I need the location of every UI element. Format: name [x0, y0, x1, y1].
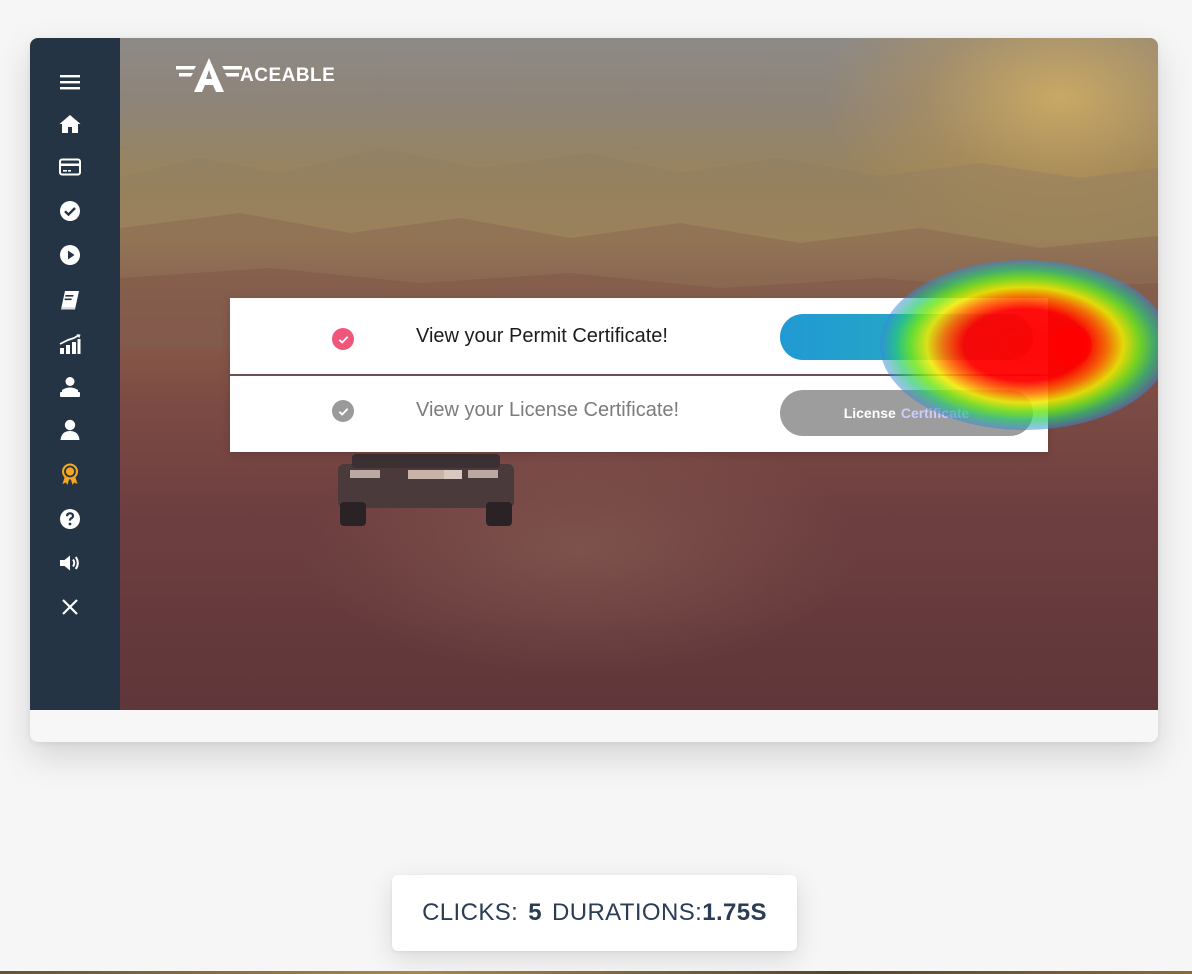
license-button-label-rest: Certificate — [900, 405, 970, 421]
clicks-value: 5 — [528, 899, 542, 926]
permit-certificate-label: View your Permit Certificate! — [416, 325, 668, 347]
aceable-logo-icon — [176, 58, 242, 92]
check-circle-icon — [332, 328, 354, 350]
clicks-label: CLICKS: — [422, 899, 519, 926]
volume-icon[interactable] — [56, 549, 84, 577]
progress-chart-icon[interactable] — [56, 330, 84, 358]
permit-certificate-button[interactable] — [780, 314, 1033, 360]
click-stats-box: CLICKS: 5 DURATIONS: 1.75S — [392, 875, 797, 951]
certificates-panel: View your Permit Certificate! View your … — [230, 298, 1048, 452]
payment-card-icon[interactable] — [56, 153, 84, 181]
license-certificate-label: View your License Certificate! — [416, 399, 680, 421]
vehicle-image — [338, 454, 514, 526]
duration-value: 1.75S — [702, 899, 767, 926]
play-circle-icon[interactable] — [56, 241, 84, 269]
user-icon[interactable] — [56, 416, 84, 444]
duration-label: DURATIONS: — [551, 899, 703, 926]
menu-icon[interactable] — [56, 68, 84, 96]
home-icon[interactable] — [56, 110, 84, 138]
certificate-award-icon[interactable] — [56, 460, 84, 488]
permit-certificate-row: View your Permit Certificate! — [230, 298, 1048, 376]
license-certificate-button[interactable]: License Certificate — [780, 390, 1033, 436]
sidebar — [30, 38, 120, 710]
aceable-logo[interactable]: ACEABLE — [176, 56, 335, 96]
brand-name: ACEABLE — [240, 65, 336, 86]
instructor-icon[interactable] — [56, 373, 84, 401]
license-button-label-bold: License — [843, 405, 896, 421]
check-circle-icon — [332, 400, 354, 422]
hero-background: ACEABLE View your Permit Certificate! Vi… — [120, 38, 1158, 710]
help-icon[interactable] — [56, 505, 84, 533]
app-window: ACEABLE View your Permit Certificate! Vi… — [30, 38, 1158, 742]
close-icon[interactable] — [56, 593, 84, 621]
book-icon[interactable] — [56, 286, 84, 314]
check-circle-icon[interactable] — [56, 197, 84, 225]
license-certificate-row: View your License Certificate! License C… — [230, 376, 1048, 452]
